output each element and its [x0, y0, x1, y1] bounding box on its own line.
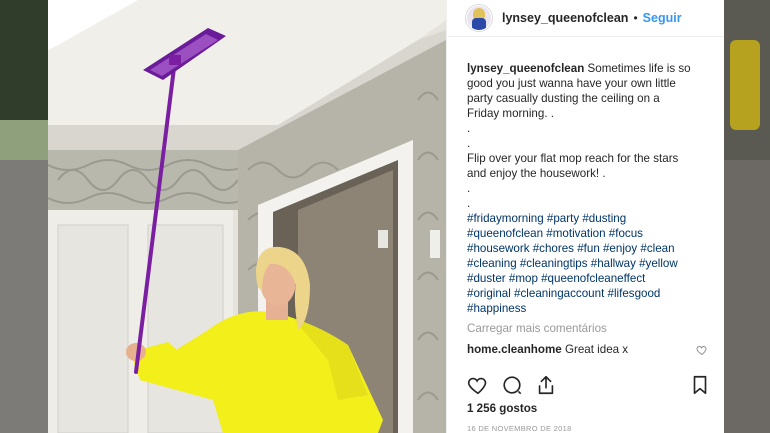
action-bar [467, 373, 711, 397]
hashtag-line[interactable]: #duster #mop #queenofcleaneffect [467, 271, 708, 286]
caption-line: . [467, 182, 471, 195]
caption-username[interactable]: lynsey_queenofclean [467, 62, 584, 75]
caption-line: and enjoy the housework! . [467, 167, 606, 180]
caption-line: good you just wanna have your own little [467, 77, 676, 90]
hashtag-line[interactable]: #fridaymorning #party #dusting [467, 211, 708, 226]
caption-line: . [467, 197, 471, 210]
load-more-comments-link[interactable]: Carregar mais comentários [467, 322, 708, 335]
comment-item: home.cleanhome Great idea x [467, 343, 708, 356]
post-header: lynsey_queenofclean • Seguir [447, 0, 724, 36]
bookmark-icon[interactable] [689, 374, 711, 396]
caption-line: Sometimes life is so [587, 62, 691, 75]
hashtag-line[interactable]: #housework #chores #fun #enjoy #clean [467, 241, 708, 256]
hashtag-line[interactable]: #happiness [467, 301, 708, 316]
hashtag-line[interactable]: #queenofclean #motivation #focus [467, 226, 708, 241]
post-caption: lynsey_queenofclean Sometimes life is so… [467, 61, 708, 316]
heart-icon[interactable] [467, 374, 489, 396]
small-heart-icon[interactable] [696, 344, 708, 356]
background-image-left [0, 0, 48, 433]
hashtag-line[interactable]: #original #cleaningaccount #lifesgood [467, 286, 708, 301]
comments-section[interactable]: lynsey_queenofclean Sometimes life is so… [447, 37, 724, 365]
post-date: 16 DE NOVEMBRO DE 2018 [467, 424, 572, 433]
avatar[interactable] [465, 4, 493, 32]
comment-text: Great idea x [564, 343, 629, 356]
hashtag-line[interactable]: #cleaning #cleaningtips #hallway #yellow [467, 256, 708, 271]
post-panel: lynsey_queenofclean • Seguir lynsey_quee… [446, 0, 724, 433]
caption-line: . [467, 137, 471, 150]
comment-username[interactable]: home.cleanhome [467, 343, 562, 356]
comment-icon[interactable] [501, 374, 523, 396]
caption-line: . [467, 122, 471, 135]
caption-line: Flip over your flat mop reach for the st… [467, 152, 679, 165]
share-icon[interactable] [535, 374, 557, 396]
caption-line: party casually dusting the ceiling on a [467, 92, 660, 105]
post-photo [48, 0, 446, 433]
follow-button[interactable]: Seguir [643, 11, 682, 25]
background-image-right [724, 0, 770, 433]
username-link[interactable]: lynsey_queenofclean [502, 11, 628, 25]
caption-line: Friday morning. . [467, 107, 554, 120]
separator-dot: • [633, 11, 638, 25]
likes-count[interactable]: 1 256 gostos [467, 402, 537, 415]
